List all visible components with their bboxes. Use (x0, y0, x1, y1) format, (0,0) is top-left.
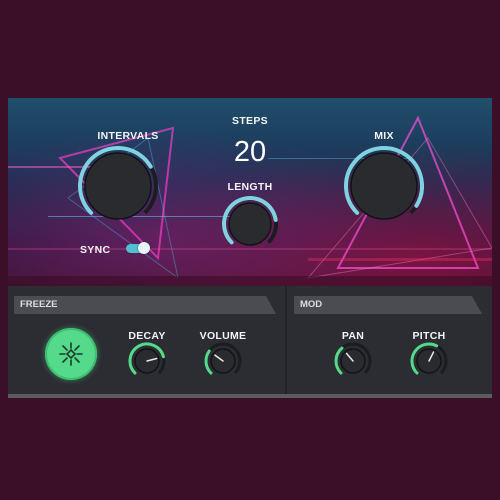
mod-header: MOD (294, 296, 482, 314)
main-panel: INTERVALS STEPS 20 LENGTH MIX SYNC (8, 98, 492, 286)
pitch-label: PITCH (412, 330, 446, 342)
steps-value[interactable]: 20 (218, 136, 282, 169)
sync-toggle[interactable] (126, 242, 150, 254)
footer-strip (8, 394, 492, 398)
decay-knob[interactable] (128, 342, 166, 385)
mod-title: MOD (300, 299, 323, 310)
knob-body (228, 202, 272, 246)
length-knob[interactable] (222, 196, 278, 257)
intervals-knob[interactable] (78, 146, 158, 231)
pitch-knob[interactable] (410, 342, 448, 385)
volume-label: VOLUME (199, 330, 247, 342)
freeze-burst-icon (59, 342, 83, 366)
pan-knob[interactable] (334, 342, 372, 385)
mix-knob[interactable] (344, 146, 424, 231)
knob-value-arc (204, 349, 213, 375)
knob-body (84, 152, 152, 220)
mix-label: MIX (374, 130, 394, 142)
knob-body (350, 152, 418, 220)
decay-label: DECAY (128, 330, 166, 342)
steps-label: STEPS (232, 115, 268, 127)
freeze-header: FREEZE (14, 296, 276, 314)
intervals-label: INTERVALS (97, 130, 159, 142)
pan-label: PAN (341, 330, 365, 342)
length-label: LENGTH (227, 181, 273, 193)
sync-label: SYNC (80, 244, 111, 256)
sync-toggle-thumb (138, 242, 150, 254)
freeze-title: FREEZE (20, 299, 58, 310)
section-divider (285, 286, 287, 398)
freeze-button[interactable] (45, 328, 97, 380)
volume-knob[interactable] (204, 342, 242, 385)
